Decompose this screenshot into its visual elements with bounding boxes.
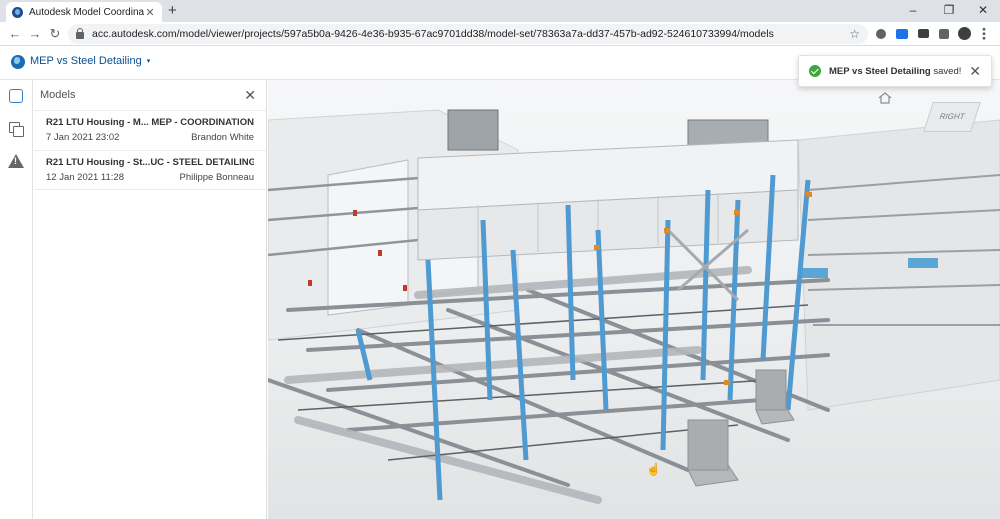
- toast-suffix: saved!: [930, 65, 962, 77]
- warning-icon[interactable]: [8, 154, 24, 168]
- browser-menu-icon[interactable]: [982, 27, 986, 40]
- reload-button[interactable]: ↻: [46, 25, 64, 43]
- minimize-button[interactable]: –: [896, 0, 930, 22]
- viewcube[interactable]: RIGHT: [923, 102, 981, 132]
- model-author: Brandon White: [191, 132, 254, 143]
- home-view-icon[interactable]: [878, 92, 892, 104]
- model-list-item[interactable]: R21 LTU Housing - M... MEP - COORDINATIO…: [34, 110, 266, 150]
- model-viewer-canvas[interactable]: RIGHT ☝: [268, 80, 1000, 519]
- extensions-puzzle-icon[interactable]: [939, 29, 949, 39]
- models-icon[interactable]: [9, 89, 23, 103]
- browser-toolbar: ← → ↻ acc.autodesk.com/model/viewer/proj…: [0, 22, 1000, 46]
- extension-blue-icon[interactable]: [896, 29, 908, 39]
- tab-close-icon[interactable]: ✕: [144, 6, 156, 19]
- toast-subject: MEP vs Steel Detailing: [829, 65, 931, 77]
- autodesk-favicon-icon: [12, 6, 23, 18]
- model-name: R21 LTU Housing - M... MEP - COORDINATIO…: [46, 117, 254, 128]
- tab-title: Autodesk Model Coordination: [29, 6, 144, 18]
- browser-tabstrip: Autodesk Model Coordination ✕ + – ❐ ✕: [0, 0, 1000, 22]
- bim-model-render: [268, 109, 1000, 504]
- project-name[interactable]: MEP vs Steel Detailing: [30, 55, 142, 67]
- new-tab-button[interactable]: +: [168, 2, 177, 20]
- forward-button[interactable]: →: [26, 25, 44, 43]
- address-bar[interactable]: acc.autodesk.com/model/viewer/projects/5…: [68, 24, 868, 44]
- model-author: Philippe Bonneau: [179, 172, 254, 183]
- lock-icon: [76, 28, 84, 39]
- model-sets-icon[interactable]: [9, 122, 24, 137]
- model-date: 12 Jan 2021 11:28: [46, 172, 125, 183]
- back-button[interactable]: ←: [6, 25, 24, 43]
- panel-header: Models ✕: [34, 80, 266, 110]
- left-rail: [0, 80, 33, 519]
- extension-circle-icon[interactable]: [876, 29, 886, 39]
- success-check-icon: [809, 65, 821, 77]
- models-panel: Models ✕ R21 LTU Housing - M... MEP - CO…: [34, 80, 267, 519]
- bookmark-star-icon[interactable]: ☆: [849, 27, 860, 41]
- saved-toast: MEP vs Steel Detailing saved! ✕: [798, 55, 992, 87]
- panel-close-icon[interactable]: ✕: [244, 87, 256, 104]
- model-date: 7 Jan 2021 23:02: [46, 132, 120, 143]
- url-text[interactable]: acc.autodesk.com/model/viewer/projects/5…: [92, 28, 849, 40]
- hand-cursor-icon: ☝: [646, 462, 661, 476]
- project-globe-icon: [11, 55, 25, 69]
- toast-message: MEP vs Steel Detailing saved!: [829, 66, 963, 77]
- profile-avatar-icon[interactable]: [958, 27, 971, 40]
- browser-tab[interactable]: Autodesk Model Coordination ✕: [6, 2, 162, 22]
- restore-button[interactable]: ❐: [932, 0, 966, 22]
- panel-title: Models: [40, 89, 76, 101]
- window-close-button[interactable]: ✕: [966, 0, 1000, 22]
- project-selector[interactable]: MEP vs Steel Detailing ▾: [30, 55, 150, 67]
- extension-grid-icon[interactable]: [918, 29, 929, 38]
- toast-close-icon[interactable]: ✕: [969, 63, 981, 80]
- chevron-down-icon[interactable]: ▾: [147, 57, 151, 65]
- model-name: R21 LTU Housing - St...UC - STEEL DETAIL…: [46, 157, 254, 168]
- model-list-item[interactable]: R21 LTU Housing - St...UC - STEEL DETAIL…: [34, 150, 266, 190]
